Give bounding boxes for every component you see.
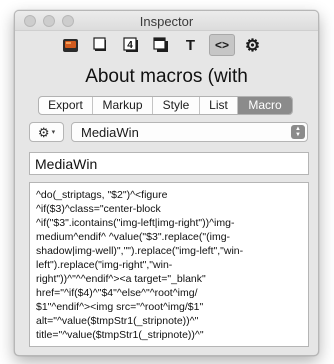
code-line: ^if("$3".icontains("img-left|img-right")… [36,217,235,229]
gear-icon: ⚙ [37,124,50,140]
code-line: medium^endif^ ^value("$3".replace("(img- [36,231,231,243]
number-tool-button[interactable]: 4 [119,34,142,56]
code-line: ^do(_striptags, "$2")^<figure [36,189,168,201]
code-line: ^if($3)^class="center-block [36,203,161,215]
document-tool-button[interactable] [89,34,112,56]
layers-icon [152,37,168,52]
tab-style[interactable]: Style [153,97,200,114]
tab-list[interactable]: List [200,97,238,114]
macro-actions-button[interactable]: ⚙ ▾ [29,122,64,142]
code-line: right"))^"^^endif^><a target="_blank" [36,273,206,285]
macro-name-field[interactable]: MediaWin [29,152,309,175]
inspector-tabs: Export Markup Style List Macro [38,96,293,115]
code-line: left").replace("img-right","win- [36,259,173,271]
tab-export[interactable]: Export [39,97,93,114]
text-tool-button[interactable]: T [179,34,202,56]
code-line: alt="^value($tmpStr1(_stripnote))^" [36,315,199,327]
inspector-toolbar: 4 T <> ⚙ [15,32,318,58]
up-down-arrows-icon: ▲ ▼ [291,125,305,139]
window-title: Inspector [139,14,194,29]
tab-markup[interactable]: Markup [93,97,153,114]
code-line: href="^if($4)^"$4"^else^"^root^img/ [36,287,198,299]
header-icon [63,38,78,52]
settings-tool-button[interactable]: ⚙ [241,34,264,56]
tab-macro[interactable]: Macro [238,97,292,114]
code-tool-button[interactable]: <> [209,34,235,56]
code-line: $1"^endif^><img src="^root^img/$1" [36,301,204,313]
svg-text:4: 4 [127,40,133,51]
layers-tool-button[interactable] [149,34,172,56]
macro-select[interactable]: MediaWin ▲ ▼ [71,122,308,142]
code-icon: <> [214,38,229,52]
header-tool-button[interactable] [59,34,82,56]
number-icon: 4 [122,37,138,52]
code-line: shadow|img-well)","").replace("img-left"… [36,245,244,257]
code-line: title="^value($tmpStr1(_stripnote))^" [36,329,204,341]
title-bar[interactable]: Inspector [15,11,318,31]
chevron-down-icon: ▾ [51,128,56,136]
macro-select-value: MediaWin [81,125,139,140]
arrow-down-icon: ▼ [295,132,301,138]
page-heading: About macros (with [85,66,248,87]
inspector-window: Inspector 4 T <> ⚙ About macros (with Ex… [14,10,319,356]
macro-code-editor[interactable]: ^do(_striptags, "$2")^<figure ^if($3)^cl… [29,182,309,347]
document-icon [92,37,106,51]
text-icon: T [185,36,196,54]
gear-icon: ⚙ [244,35,261,55]
